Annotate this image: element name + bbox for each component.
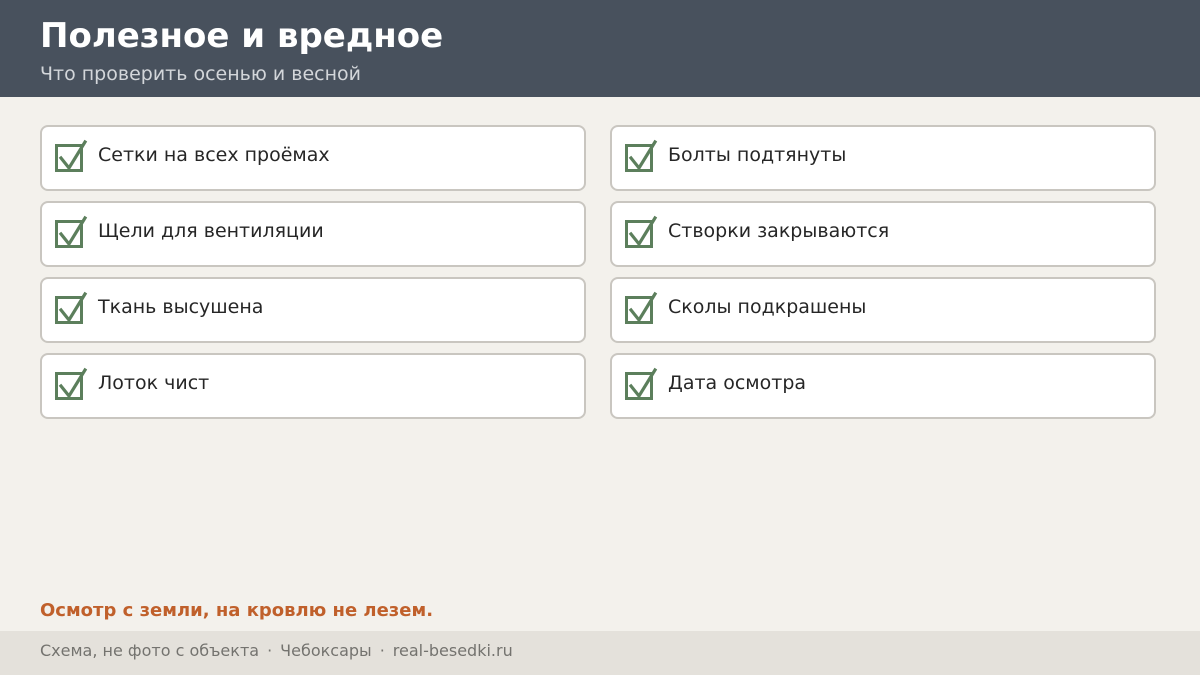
checkmark-icon[interactable] <box>625 367 658 400</box>
checklist-item[interactable]: Ткань высушена <box>40 277 586 343</box>
checklist-item[interactable]: Сетки на всех проёмах <box>40 125 586 191</box>
checklist-item-label: Створки закрываются <box>668 220 890 242</box>
checkmark-icon[interactable] <box>55 139 88 172</box>
checkmark-icon[interactable] <box>625 139 658 172</box>
page-subtitle: Что проверить осенью и весной <box>40 63 361 85</box>
checklist-item-label: Болты подтянуты <box>668 144 847 166</box>
checkmark-icon[interactable] <box>55 215 88 248</box>
warning-note: Осмотр с земли, на кровлю не лезем. <box>40 600 434 621</box>
checklist-item-label: Щели для вентиляции <box>98 220 324 242</box>
footer-site-link[interactable]: real-besedki.ru <box>393 641 513 660</box>
checklist-item-label: Сколы подкрашены <box>668 296 867 318</box>
checkmark-icon[interactable] <box>55 291 88 324</box>
page-header: Полезное и вредное Что проверить осенью … <box>0 0 1200 97</box>
footer-separator: · <box>267 641 273 660</box>
page-title: Полезное и вредное <box>40 16 444 56</box>
checklist-item-label: Дата осмотра <box>668 372 807 394</box>
checkmark-icon[interactable] <box>625 291 658 324</box>
checklist-grid: Сетки на всех проёмах Болты подтянуты Ще… <box>40 125 1156 419</box>
checklist-item[interactable]: Створки закрываются <box>610 201 1156 267</box>
footer-note: Схема, не фото с объекта <box>40 641 260 660</box>
footer-separator: · <box>379 641 385 660</box>
page-footer: Схема, не фото с объекта · Чебоксары · real-… <box>0 631 1200 675</box>
checklist-item[interactable]: Болты подтянуты <box>610 125 1156 191</box>
checklist-item[interactable]: Щели для вентиляции <box>40 201 586 267</box>
checkmark-icon[interactable] <box>55 367 88 400</box>
checklist-item-label: Сетки на всех проёмах <box>98 144 330 166</box>
checklist-item[interactable]: Лоток чист <box>40 353 586 419</box>
checklist-item-label: Лоток чист <box>98 372 210 394</box>
footer-city: Чебоксары <box>280 641 372 660</box>
checkmark-icon[interactable] <box>625 215 658 248</box>
checklist-item[interactable]: Дата осмотра <box>610 353 1156 419</box>
checklist-item[interactable]: Сколы подкрашены <box>610 277 1156 343</box>
checklist-item-label: Ткань высушена <box>98 296 264 318</box>
footer-text: Схема, не фото с объекта · Чебоксары · real-… <box>40 641 513 660</box>
